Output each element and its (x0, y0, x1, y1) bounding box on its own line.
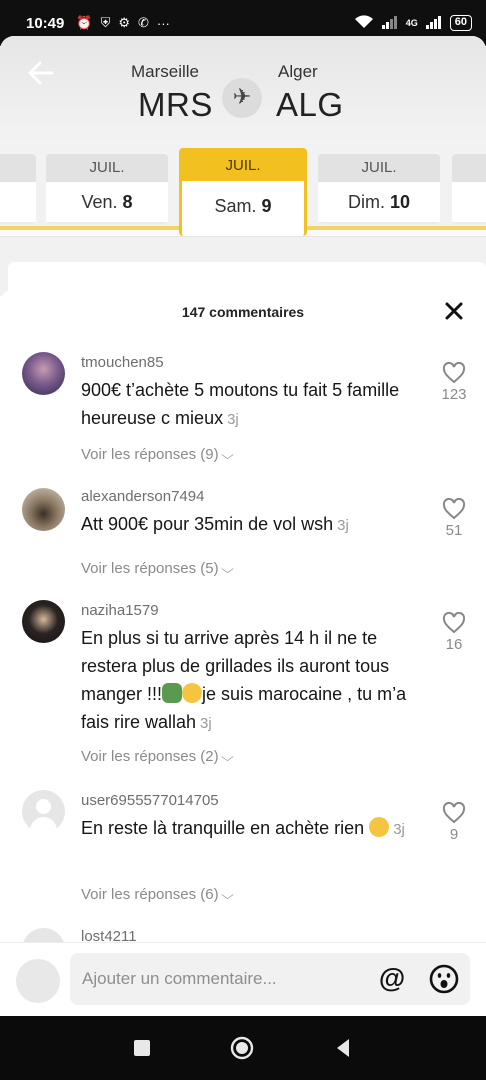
view-replies-link[interactable]: Voir les réponses (5) ⌵ (81, 560, 234, 577)
signal-icon-2 (425, 15, 442, 32)
view-replies-link[interactable]: Voir les réponses (2) ⌵ (81, 748, 234, 765)
close-icon (445, 302, 463, 320)
origin-city: Marseille (131, 62, 200, 81)
comment-username[interactable]: naziha1579 (81, 602, 159, 619)
recent-apps-icon[interactable] (134, 1040, 150, 1056)
date-card-prev[interactable] (0, 154, 36, 224)
view-replies-link[interactable]: Voir les réponses (9) ⌵ (81, 446, 234, 463)
home-icon[interactable] (230, 1036, 254, 1060)
date-selector: JUIL. Ven. 8 JUIL. Sam. 9 JUIL. Dim. 10 (0, 144, 486, 236)
comment-input-placeholder: Ajouter un commentaire... (82, 969, 277, 988)
avatar[interactable] (22, 488, 65, 531)
emoji-icon (429, 964, 459, 994)
avatar[interactable] (22, 600, 65, 643)
back-icon[interactable] (333, 1036, 353, 1060)
date-card-selected[interactable]: JUIL. Sam. 9 (179, 148, 307, 236)
date-card[interactable]: JUIL. Dim. 10 (318, 154, 440, 224)
like-count: 51 (445, 522, 463, 539)
like-button[interactable]: 9 (436, 802, 472, 843)
like-count: 9 (449, 826, 459, 843)
heart-icon (442, 498, 466, 520)
airplane-icon: ✈ (222, 78, 262, 118)
like-button[interactable]: 51 (436, 498, 472, 539)
comment-text: Att 900€ pour 35min de vol wsh 3j (81, 514, 349, 534)
wifi-icon (354, 14, 374, 32)
comment-item-partial: lost4211 (0, 928, 486, 942)
comment-text: 900€ t’achète 5 moutons tu fait 5 famill… (81, 380, 400, 428)
comments-count-title: 147 commentaires (181, 304, 305, 320)
date-card[interactable]: JUIL. Ven. 8 (46, 154, 168, 224)
messenger-icon: ✆ (137, 15, 149, 30)
screen: 10:49 ⏰ ⛨ ⚙ ✆ ··· 4G 60 Marseille MRS ✈ … (0, 0, 486, 1080)
laughing-emoji (182, 683, 203, 703)
view-replies-link[interactable]: Voir les réponses (6) ⌵ (81, 886, 234, 903)
comment-time: 3j (200, 715, 212, 732)
comment-input-bar: Ajouter un commentaire... @ (0, 942, 486, 1016)
emoji-button[interactable] (428, 963, 460, 995)
origin-code: MRS (138, 86, 213, 123)
avatar[interactable] (22, 928, 65, 942)
comment-text: En plus si tu arrive après 14 h il ne te… (81, 628, 407, 732)
comment-username[interactable]: alexanderson7494 (81, 488, 204, 505)
signal-icon (381, 15, 398, 32)
flight-app-background: Marseille MRS ✈ Alger ALG JUIL. Ven. 8 J… (0, 36, 486, 296)
chevron-down-icon: ⌵ (220, 750, 234, 764)
man-facepalming-emoji (162, 683, 183, 703)
comment-username[interactable]: user6955577014705 (81, 792, 219, 809)
date-card-next[interactable] (452, 154, 486, 224)
avatar[interactable] (22, 790, 65, 833)
like-button[interactable]: 123 (436, 362, 472, 403)
heart-icon (442, 802, 466, 824)
destination-code: ALG (276, 86, 344, 123)
heart-icon (442, 612, 466, 634)
heart-icon (442, 362, 466, 384)
comment-username[interactable]: tmouchen85 (81, 354, 164, 371)
destination-city: Alger (278, 62, 318, 81)
chevron-down-icon: ⌵ (220, 448, 234, 462)
comment-time: 3j (337, 517, 349, 534)
battery-icon: 60 (449, 15, 472, 31)
close-button[interactable] (440, 300, 468, 328)
like-count: 123 (441, 386, 467, 403)
status-time: 10:49 (26, 14, 65, 32)
date-month: JUIL. (182, 151, 304, 181)
pleading-face-emoji (369, 817, 390, 837)
chevron-down-icon: ⌵ (220, 562, 234, 576)
shield-icon: ⛨ (100, 15, 111, 30)
mention-button[interactable]: @ (376, 963, 408, 995)
more-icon: ··· (156, 15, 170, 31)
network-type: 4G (405, 18, 418, 28)
comment-time: 3j (227, 411, 239, 428)
status-system-icons: 4G 60 (354, 14, 472, 32)
comment-input[interactable]: Ajouter un commentaire... @ (70, 953, 470, 1005)
flight-header: Marseille MRS ✈ Alger ALG (0, 36, 486, 144)
at-icon: @ (378, 963, 406, 993)
like-button[interactable]: 16 (436, 612, 472, 653)
date-month: JUIL. (318, 154, 440, 182)
gear-icon: ⚙ (118, 15, 130, 30)
date-month: JUIL. (46, 154, 168, 182)
like-count: 16 (445, 636, 463, 653)
back-arrow-icon[interactable] (26, 58, 56, 88)
comments-sheet: 147 commentaires tmouchen85 900€ t’achèt… (0, 290, 486, 1016)
system-navigation-bar (0, 1016, 486, 1080)
comment-username[interactable]: lost4211 (81, 928, 137, 942)
avatar[interactable] (22, 352, 65, 395)
comment-time: 3j (393, 821, 405, 838)
comment-text: En reste là tranquille en achète rien 3j (81, 817, 405, 838)
date-day: Sam. 9 (182, 181, 304, 233)
status-notification-icons: ⏰ ⛨ ⚙ ✆ ··· (76, 15, 170, 31)
date-day: Dim. 10 (318, 182, 440, 222)
date-day: Ven. 8 (46, 182, 168, 222)
my-avatar (16, 959, 60, 1003)
chevron-down-icon: ⌵ (220, 888, 234, 902)
alarm-icon: ⏰ (76, 15, 93, 30)
